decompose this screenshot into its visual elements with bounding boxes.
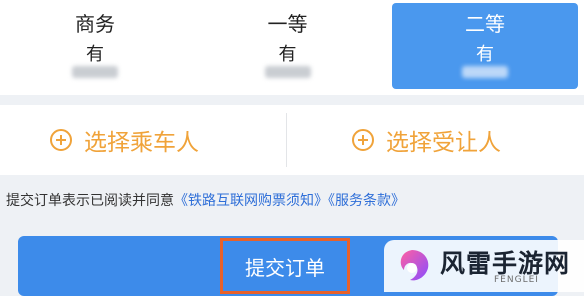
ticket-notice-link[interactable]: 《铁路互联网购票须知》 bbox=[174, 193, 328, 209]
seat-type-selector: 商务 有 一等 有 二等 有 bbox=[0, 0, 584, 95]
seat-availability: 有 bbox=[278, 44, 297, 65]
watermark: 风雷手游网 FENGLEI bbox=[384, 240, 584, 292]
service-terms-link[interactable]: 《服务条款》 bbox=[328, 193, 405, 209]
select-transferee-label: 选择受让人 bbox=[386, 130, 501, 156]
select-passenger-button[interactable]: 选择乘车人 bbox=[50, 105, 199, 175]
submit-order-label: 提交订单 bbox=[245, 255, 325, 280]
agreement-text: 提交订单表示已阅读并同意《铁路互联网购票须知》《服务条款》 bbox=[6, 190, 405, 210]
agreement-prefix: 提交订单表示已阅读并同意 bbox=[6, 193, 174, 209]
fenglei-logo-icon bbox=[400, 250, 429, 281]
blurred-price bbox=[264, 66, 311, 78]
seat-availability: 有 bbox=[476, 44, 494, 65]
seat-name: 商务 bbox=[75, 12, 115, 36]
blurred-price bbox=[462, 66, 508, 78]
add-circle-icon bbox=[352, 129, 374, 151]
select-passenger-label: 选择乘车人 bbox=[84, 130, 199, 156]
passenger-actions: 选择乘车人 选择受让人 bbox=[0, 105, 584, 175]
select-transferee-button[interactable]: 选择受让人 bbox=[352, 105, 501, 175]
divider bbox=[286, 113, 287, 167]
seat-option-first-class[interactable]: 一等 有 bbox=[190, 0, 385, 95]
add-circle-icon bbox=[50, 129, 72, 151]
seat-option-second-class-selected[interactable]: 二等 有 bbox=[392, 3, 578, 89]
submit-order-button[interactable]: 提交订单 bbox=[220, 238, 350, 294]
seat-availability: 有 bbox=[86, 44, 104, 65]
seat-name: 一等 bbox=[267, 12, 308, 36]
seat-option-business[interactable]: 商务 有 bbox=[0, 0, 190, 95]
seat-name: 二等 bbox=[465, 12, 505, 36]
blurred-price bbox=[72, 66, 118, 78]
watermark-subtitle: FENGLEI bbox=[494, 275, 539, 285]
